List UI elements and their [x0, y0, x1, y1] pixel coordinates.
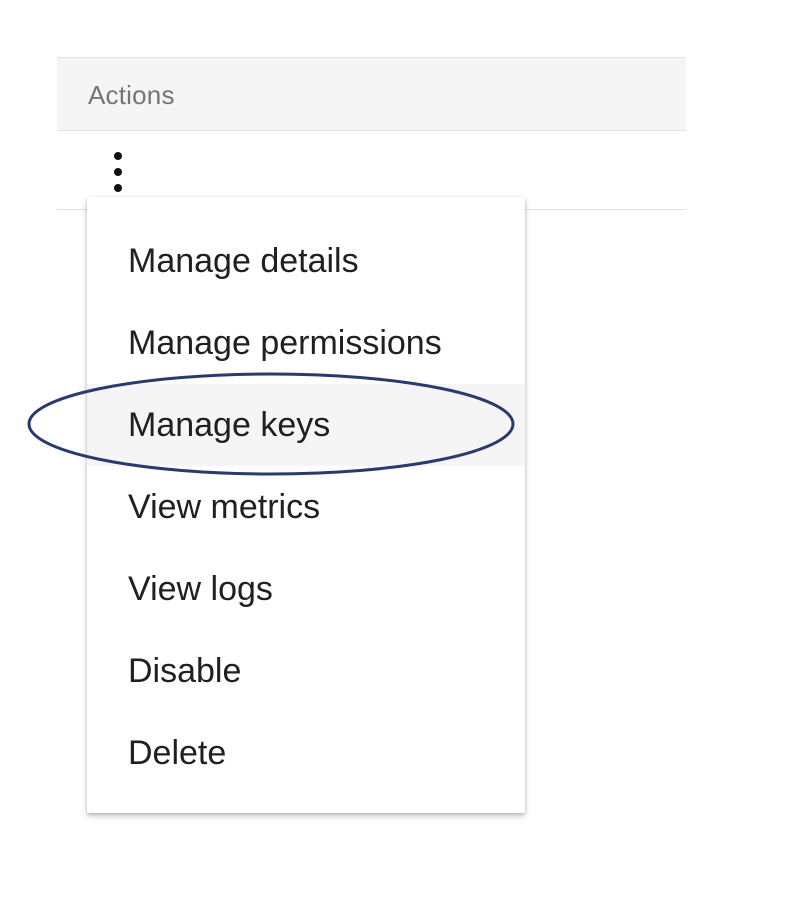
menu-item-label: View logs — [128, 570, 273, 608]
more-vert-icon — [114, 152, 122, 160]
table-header: Actions — [57, 57, 686, 131]
menu-item-label: Delete — [128, 734, 227, 772]
actions-dropdown-menu: Manage details Manage permissions Manage… — [87, 197, 525, 813]
menu-item-manage-keys[interactable]: Manage keys — [87, 384, 525, 466]
menu-item-manage-permissions[interactable]: Manage permissions — [87, 302, 525, 384]
menu-item-delete[interactable]: Delete — [87, 712, 525, 794]
menu-item-view-metrics[interactable]: View metrics — [87, 466, 525, 548]
more-vert-icon-dot — [114, 168, 122, 176]
actions-column-header: Actions — [88, 80, 175, 110]
menu-item-view-logs[interactable]: View logs — [87, 548, 525, 630]
menu-item-label: View metrics — [128, 488, 321, 526]
menu-item-label: Manage keys — [128, 406, 331, 444]
menu-item-label: Manage permissions — [128, 324, 442, 362]
menu-item-label: Manage details — [128, 242, 359, 280]
more-vert-icon-dot — [114, 184, 122, 192]
more-actions-button[interactable] — [106, 148, 130, 196]
menu-item-manage-details[interactable]: Manage details — [87, 220, 525, 302]
menu-item-disable[interactable]: Disable — [87, 630, 525, 712]
menu-item-label: Disable — [128, 652, 242, 690]
